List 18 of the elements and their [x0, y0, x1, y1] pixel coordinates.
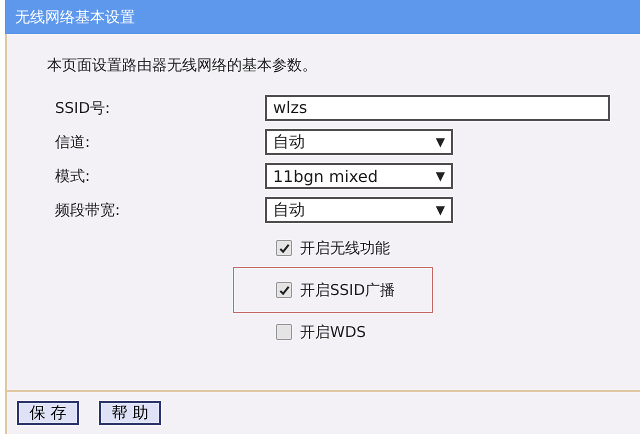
dropdown[interactable]: 自动 ▼ — [265, 197, 453, 223]
field-label: 信道: — [55, 132, 92, 152]
checkbox-label: 开启SSID广播 — [300, 280, 396, 300]
checkbox-label: 开启WDS — [300, 322, 366, 342]
window-title: 无线网络基本设置 — [5, 0, 640, 34]
field-label: SSID号: — [55, 98, 112, 118]
dropdown[interactable]: 自动 ▼ — [265, 129, 453, 155]
checkbox-label: 开启无线功能 — [300, 238, 390, 258]
intro-text: 本页面设置路由器无线网络的基本参数。 — [47, 56, 318, 75]
help-button[interactable]: 帮 助 — [99, 401, 161, 425]
field-label: 模式: — [55, 166, 92, 186]
field-label: 频段带宽: — [55, 200, 122, 220]
save-button[interactable]: 保 存 — [17, 401, 79, 425]
dropdown[interactable]: 11bgn mixed ▼ — [265, 163, 453, 189]
ssid-input[interactable]: wlzs — [265, 95, 610, 121]
checkbox[interactable] — [276, 240, 292, 256]
checkbox[interactable] — [276, 324, 292, 340]
checkbox[interactable] — [276, 282, 292, 298]
